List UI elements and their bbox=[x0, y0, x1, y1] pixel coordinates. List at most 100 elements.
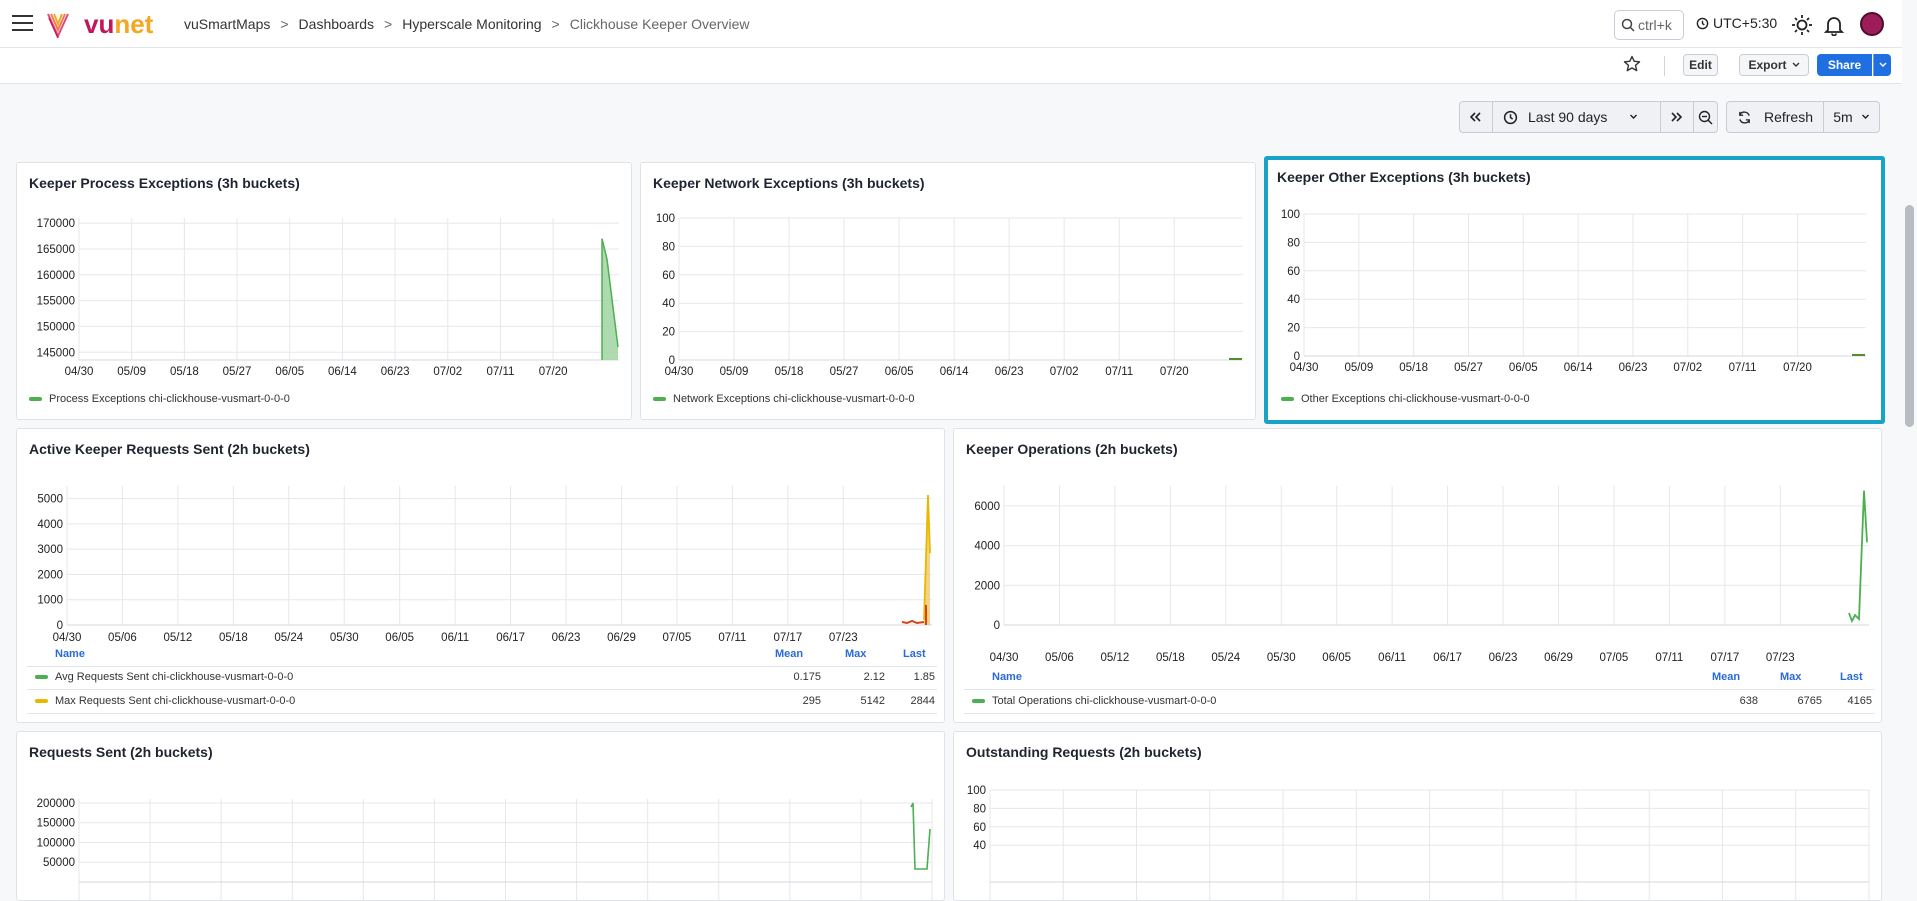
legend-swatch bbox=[29, 397, 42, 401]
panel-outstanding-requests[interactable]: Outstanding Requests (2h buckets) 100 80 6… bbox=[953, 731, 1882, 901]
panel-keeper-operations[interactable]: Keeper Operations (2h buckets) 6000 4000 2… bbox=[953, 428, 1882, 723]
export-button[interactable]: Export bbox=[1739, 54, 1809, 76]
y-tick-label: 150000 bbox=[37, 321, 75, 333]
x-tick-label: 06/29 bbox=[607, 632, 636, 644]
timezone-selector[interactable]: UTC+5:30 bbox=[1696, 15, 1777, 31]
panel-keeper-process-exceptions[interactable]: Keeper Process Exceptions (3h buckets) 1… bbox=[16, 162, 632, 420]
breadcrumb-vusmartmaps[interactable]: vuSmartMaps bbox=[184, 16, 270, 32]
table-divider bbox=[27, 689, 937, 690]
series-line bbox=[901, 619, 925, 625]
avatar[interactable] bbox=[1860, 12, 1884, 36]
y-tick-label: 200000 bbox=[37, 798, 75, 810]
table-header-name[interactable]: Name bbox=[992, 671, 1022, 683]
network-exceptions-chart[interactable]: 10080604020004/30 05/09 05/18 05/27 06/05 06/… bbox=[641, 163, 1257, 378]
search-input[interactable]: ctrl+k bbox=[1614, 10, 1684, 40]
share-button[interactable]: Share bbox=[1817, 54, 1872, 76]
panel-requests-sent[interactable]: Requests Sent (2h buckets) 200000 150000 1… bbox=[16, 731, 945, 901]
process-exceptions-chart[interactable]: 170000 165000 160000 155000 150000 145000 04/3… bbox=[17, 163, 633, 378]
legend-swatch bbox=[35, 699, 48, 703]
y-tick-label: 5000 bbox=[37, 494, 63, 506]
other-exceptions-chart[interactable]: 10080604020004/30 05/09 05/18 05/27 06/05 06/… bbox=[1268, 160, 1881, 374]
time-shift-back-button[interactable] bbox=[1460, 102, 1493, 132]
legend-item[interactable]: Total Operations chi-clickhouse-vusmart-… bbox=[972, 695, 1216, 707]
scrollbar-thumb[interactable] bbox=[1905, 205, 1914, 427]
legend-item[interactable]: Other Exceptions chi-clickhouse-vusmart-… bbox=[1281, 393, 1530, 405]
table-cell-max: 2.12 bbox=[863, 671, 885, 683]
x-tick-label: 07/23 bbox=[829, 632, 858, 644]
breadcrumb-dashboards[interactable]: Dashboards bbox=[299, 16, 375, 32]
refresh-label: Refresh bbox=[1763, 109, 1814, 125]
x-tick-label: 06/05 bbox=[885, 366, 914, 378]
x-tick-label: 07/11 bbox=[486, 366, 514, 378]
y-tick-label: 0 bbox=[994, 620, 1000, 632]
y-tick-label: 40 bbox=[1287, 294, 1300, 306]
keeper-operations-chart[interactable]: 6000 4000 2000 0 04/30 05/06 05/12 05/18 05/24 05… bbox=[954, 429, 1883, 664]
outstanding-requests-chart[interactable]: 100 80 60 40 bbox=[954, 732, 1883, 901]
x-tick-label: 05/12 bbox=[1101, 652, 1130, 664]
share-dropdown-button[interactable] bbox=[1873, 54, 1891, 76]
search-icon bbox=[1621, 18, 1635, 32]
x-tick-label: 06/23 bbox=[995, 366, 1024, 378]
table-header-max[interactable]: Max bbox=[1780, 671, 1801, 683]
y-tick-label: 50000 bbox=[43, 857, 75, 869]
theme-toggle-sun-icon[interactable] bbox=[1791, 14, 1813, 36]
x-tick-label: 07/11 bbox=[1655, 652, 1683, 664]
x-tick-label: 06/05 bbox=[275, 366, 304, 378]
legend-item[interactable]: Avg Requests Sent chi-clickhouse-vusmart… bbox=[35, 671, 293, 683]
breadcrumb-current-page: Clickhouse Keeper Overview bbox=[569, 16, 750, 32]
y-tick-label: 20 bbox=[1287, 323, 1300, 335]
requests-sent-chart[interactable]: 200000 150000 100000 50000 bbox=[17, 732, 946, 901]
refresh-icon bbox=[1739, 110, 1750, 124]
table-header-mean[interactable]: Mean bbox=[1712, 671, 1740, 683]
x-tick-label: 07/20 bbox=[539, 366, 568, 378]
refresh-interval-dropdown[interactable]: 5m bbox=[1824, 102, 1879, 132]
panel-keeper-network-exceptions[interactable]: Keeper Network Exceptions (3h buckets) 1… bbox=[640, 162, 1256, 420]
area-fill bbox=[602, 238, 618, 360]
x-tick-label: 07/23 bbox=[1766, 652, 1795, 664]
x-tick-label: 07/11 bbox=[718, 632, 746, 644]
table-cell-last: 1.85 bbox=[913, 671, 935, 683]
y-tick-label: 4000 bbox=[974, 541, 1000, 553]
x-tick-label: 06/17 bbox=[496, 632, 525, 644]
time-shift-forward-button[interactable] bbox=[1661, 102, 1694, 132]
table-header-last[interactable]: Last bbox=[903, 648, 926, 660]
x-tick-label: 05/18 bbox=[1156, 652, 1185, 664]
page-scrollbar[interactable] bbox=[1902, 0, 1917, 882]
table-cell-max: 5142 bbox=[860, 695, 885, 707]
y-tick-label: 80 bbox=[662, 241, 675, 253]
refresh-control: Refresh 5m bbox=[1726, 101, 1880, 133]
time-range-dropdown[interactable]: Last 90 days bbox=[1493, 102, 1661, 132]
legend-label: Max Requests Sent chi-clickhouse-vusmart… bbox=[55, 695, 296, 707]
table-header-name[interactable]: Name bbox=[55, 648, 85, 660]
table-header-mean[interactable]: Mean bbox=[775, 648, 803, 660]
x-tick-label: 06/14 bbox=[328, 366, 357, 378]
legend-label: Other Exceptions chi-clickhouse-vusmart-… bbox=[1301, 393, 1530, 405]
active-requests-chart[interactable]: 5000 4000 3000 2000 1000 004/30 05/06 05/12 05/1… bbox=[17, 429, 946, 649]
menu-icon[interactable] bbox=[12, 15, 34, 33]
breadcrumb-hyperscale-monitoring[interactable]: Hyperscale Monitoring bbox=[402, 16, 541, 32]
x-tick-label: 05/18 bbox=[1399, 362, 1428, 374]
zoom-out-button[interactable] bbox=[1694, 102, 1717, 132]
refresh-button[interactable]: Refresh bbox=[1727, 102, 1824, 132]
vunet-logo[interactable]: vunet bbox=[46, 10, 153, 38]
legend-label: Total Operations chi-clickhouse-vusmart-… bbox=[992, 695, 1217, 707]
bell-icon[interactable] bbox=[1823, 14, 1845, 36]
y-tick-label: 20 bbox=[662, 327, 675, 339]
legend-item[interactable]: Network Exceptions chi-clickhouse-vusmar… bbox=[653, 393, 914, 405]
panel-active-keeper-requests-sent[interactable]: Active Keeper Requests Sent (2h buckets)… bbox=[16, 428, 945, 723]
x-tick-label: 04/30 bbox=[990, 652, 1019, 664]
legend-item[interactable]: Process Exceptions chi-clickhouse-vusmar… bbox=[29, 393, 290, 405]
x-tick-label: 07/02 bbox=[1050, 366, 1079, 378]
chevron-down-icon bbox=[1861, 114, 1869, 119]
edit-button[interactable]: Edit bbox=[1683, 54, 1718, 76]
legend-label: Network Exceptions chi-clickhouse-vusmar… bbox=[673, 393, 915, 405]
table-header-max[interactable]: Max bbox=[845, 648, 866, 660]
chevron-down-icon bbox=[1879, 62, 1886, 67]
y-tick-label: 60 bbox=[1287, 266, 1300, 278]
x-tick-label: 05/09 bbox=[1344, 362, 1373, 374]
table-header-last[interactable]: Last bbox=[1840, 671, 1863, 683]
star-icon[interactable] bbox=[1623, 55, 1641, 73]
panel-keeper-other-exceptions[interactable]: Keeper Other Exceptions (3h buckets) 100… bbox=[1264, 156, 1885, 424]
legend-item[interactable]: Max Requests Sent chi-clickhouse-vusmart… bbox=[35, 695, 295, 707]
breadcrumb: vuSmartMaps > Dashboards > Hyperscale Mo… bbox=[184, 16, 749, 32]
